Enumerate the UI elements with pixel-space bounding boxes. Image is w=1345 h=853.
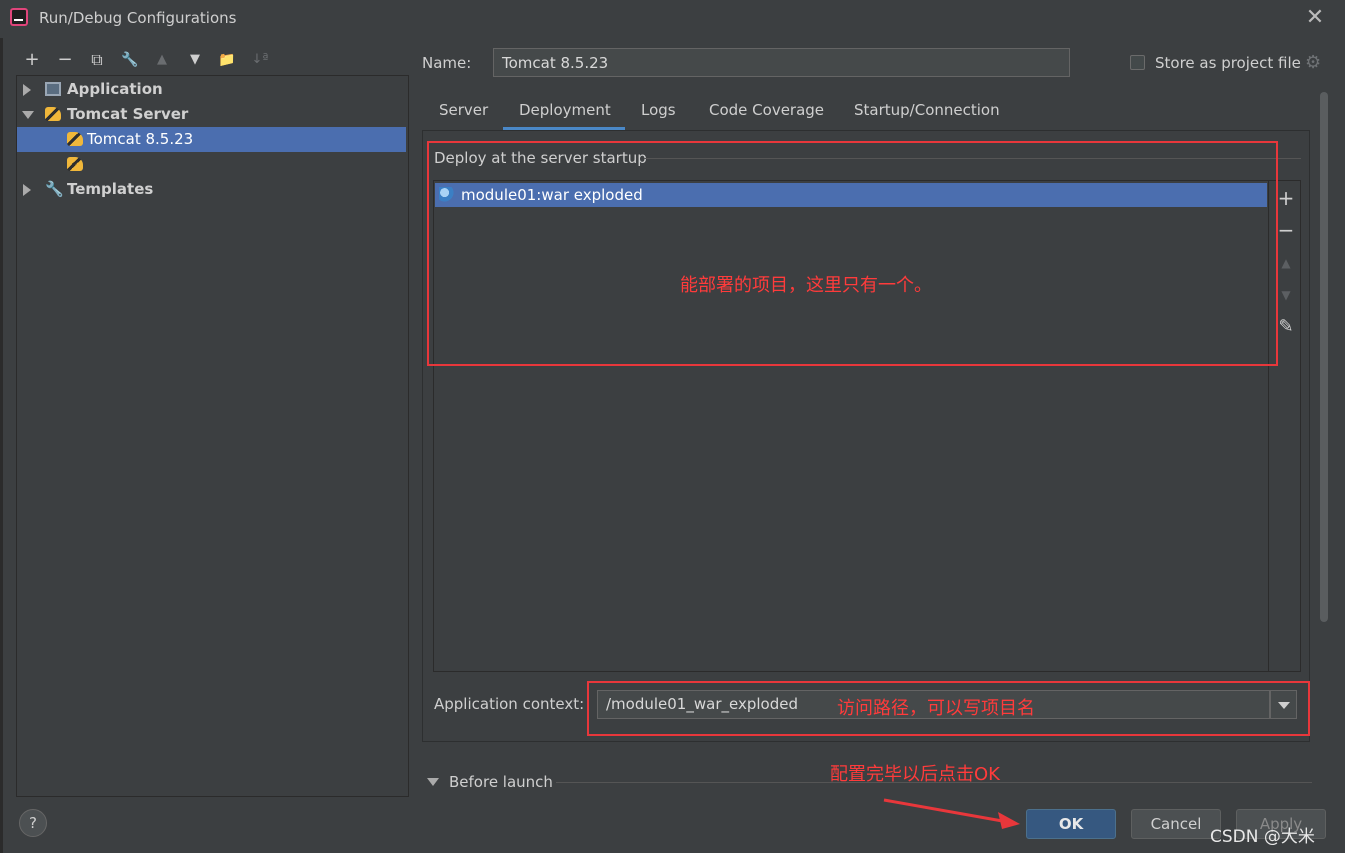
remove-icon[interactable]: − xyxy=(54,49,76,71)
move-up-icon[interactable]: ▲ xyxy=(151,49,173,71)
tree-item-application[interactable]: Application xyxy=(17,77,406,102)
collapse-arrow-icon[interactable] xyxy=(427,778,439,786)
annotation-deploy-note: 能部署的项目，这里只有一个。 xyxy=(680,275,932,296)
move-up-icon[interactable]: ▲ xyxy=(1276,253,1296,273)
remove-artifact-icon[interactable]: − xyxy=(1276,220,1296,240)
move-down-icon[interactable]: ▼ xyxy=(1276,285,1296,305)
name-label: Name: xyxy=(422,54,472,72)
intellij-app-icon xyxy=(10,8,28,26)
expand-arrow-icon[interactable] xyxy=(23,184,31,196)
vertical-scrollbar[interactable] xyxy=(1320,92,1328,622)
move-down-icon[interactable]: ▼ xyxy=(184,49,206,71)
ok-button[interactable]: OK xyxy=(1026,809,1116,839)
add-icon[interactable]: + xyxy=(21,49,43,71)
new-folder-icon[interactable]: 📁 xyxy=(216,49,238,71)
gear-icon[interactable]: ⚙ xyxy=(1305,54,1323,72)
store-as-project-file-checkbox[interactable] xyxy=(1130,55,1145,70)
tab-logs[interactable]: Logs xyxy=(641,101,676,131)
tree-item-label: Templates xyxy=(67,180,154,198)
title-bar: Run/Debug Configurations ✕ xyxy=(0,0,1345,38)
tree-item-tomcat-server[interactable]: Tomcat Server xyxy=(17,102,406,127)
tree-item-label: Tomcat 8.5.23 xyxy=(87,130,194,148)
store-as-project-file-label[interactable]: Store as project file xyxy=(1155,54,1301,72)
annotation-arrow xyxy=(883,798,1020,829)
tomcat-icon xyxy=(67,132,83,146)
help-button[interactable]: ? xyxy=(19,809,47,837)
edit-artifact-icon[interactable]: ✎ xyxy=(1276,317,1296,337)
before-launch-label[interactable]: Before launch xyxy=(449,773,553,791)
tab-code-coverage[interactable]: Code Coverage xyxy=(709,101,824,131)
sort-icon[interactable]: ↓ª xyxy=(249,49,271,71)
tomcat-icon xyxy=(67,157,83,171)
tree-item-label: Application xyxy=(67,80,163,98)
collapse-arrow-icon[interactable] xyxy=(22,111,34,119)
name-input[interactable]: Tomcat 8.5.23 xyxy=(493,48,1070,77)
add-artifact-icon[interactable]: + xyxy=(1276,188,1296,208)
annotation-context-note: 访问路径，可以写项目名 xyxy=(837,698,1035,719)
left-window-edge xyxy=(0,38,3,853)
copy-icon[interactable]: ⧉ xyxy=(86,49,108,71)
expand-arrow-icon[interactable] xyxy=(23,84,31,96)
window-title: Run/Debug Configurations xyxy=(39,9,237,27)
wrench-icon: 🔧 xyxy=(45,180,64,198)
tab-server[interactable]: Server xyxy=(439,101,488,131)
tree-item-label: Tomcat Server xyxy=(67,105,189,123)
watermark: CSDN @大米 xyxy=(1210,827,1315,847)
application-icon xyxy=(45,82,61,96)
tree-item-tomcat-8-5-23[interactable]: Tomcat 8.5.23 xyxy=(17,127,406,152)
tree-item-templates[interactable]: 🔧 Templates xyxy=(17,177,406,202)
tomcat-icon xyxy=(45,107,61,121)
tree-item-unnamed-tomcat[interactable] xyxy=(17,152,406,177)
close-icon[interactable]: ✕ xyxy=(1301,4,1329,32)
tab-startup-connection[interactable]: Startup/Connection xyxy=(854,101,1000,131)
annotation-ok-note: 配置完毕以后点击OK xyxy=(830,764,1000,785)
cancel-button[interactable]: Cancel xyxy=(1131,809,1221,839)
wrench-icon[interactable]: 🔧 xyxy=(119,49,141,71)
application-context-label: Application context: xyxy=(434,695,585,713)
annotation-box-deploy xyxy=(427,141,1278,366)
configuration-tree[interactable]: Application Tomcat Server Tomcat 8.5.23 … xyxy=(16,75,409,797)
